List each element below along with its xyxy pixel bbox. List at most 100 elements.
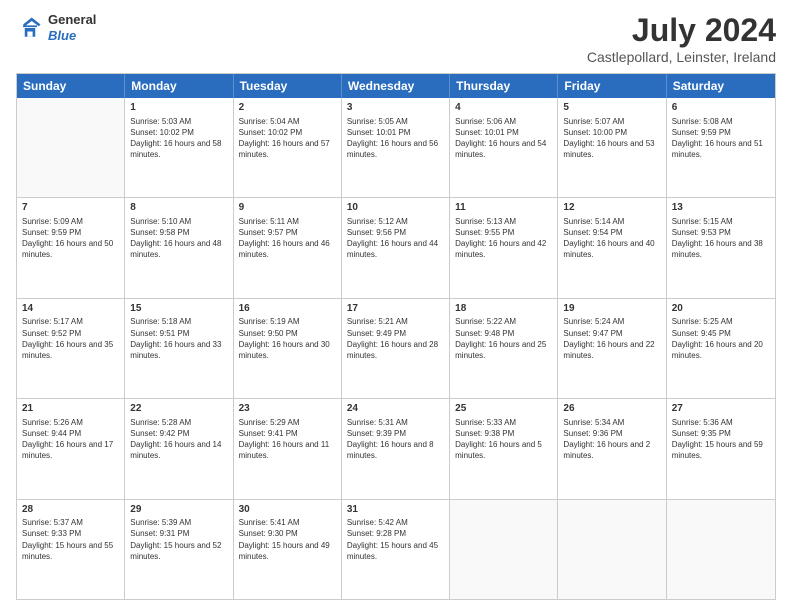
header-cell-monday: Monday [125, 74, 233, 98]
logo-line1: General [48, 12, 96, 28]
day-number: 5 [563, 101, 660, 115]
cell-info: Sunrise: 5:03 AM Sunset: 10:02 PM Daylig… [130, 116, 227, 161]
cell-info: Sunrise: 5:11 AM Sunset: 9:57 PM Dayligh… [239, 216, 336, 261]
day-number: 16 [239, 302, 336, 316]
cell-info: Sunrise: 5:06 AM Sunset: 10:01 PM Daylig… [455, 116, 552, 161]
calendar-row-2: 14Sunrise: 5:17 AM Sunset: 9:52 PM Dayli… [17, 299, 775, 399]
header: General Blue July 2024 Castlepollard, Le… [16, 12, 776, 65]
logo-icon [16, 14, 44, 42]
calendar-cell: 23Sunrise: 5:29 AM Sunset: 9:41 PM Dayli… [234, 399, 342, 498]
calendar-cell [558, 500, 666, 599]
cell-info: Sunrise: 5:29 AM Sunset: 9:41 PM Dayligh… [239, 417, 336, 462]
calendar-cell: 24Sunrise: 5:31 AM Sunset: 9:39 PM Dayli… [342, 399, 450, 498]
cell-info: Sunrise: 5:05 AM Sunset: 10:01 PM Daylig… [347, 116, 444, 161]
cell-info: Sunrise: 5:28 AM Sunset: 9:42 PM Dayligh… [130, 417, 227, 462]
calendar-cell: 25Sunrise: 5:33 AM Sunset: 9:38 PM Dayli… [450, 399, 558, 498]
calendar-row-3: 21Sunrise: 5:26 AM Sunset: 9:44 PM Dayli… [17, 399, 775, 499]
day-number: 28 [22, 503, 119, 517]
calendar-cell: 4Sunrise: 5:06 AM Sunset: 10:01 PM Dayli… [450, 98, 558, 197]
cell-info: Sunrise: 5:33 AM Sunset: 9:38 PM Dayligh… [455, 417, 552, 462]
day-number: 11 [455, 201, 552, 215]
day-number: 9 [239, 201, 336, 215]
day-number: 7 [22, 201, 119, 215]
cell-info: Sunrise: 5:21 AM Sunset: 9:49 PM Dayligh… [347, 316, 444, 361]
header-cell-saturday: Saturday [667, 74, 775, 98]
calendar-cell: 10Sunrise: 5:12 AM Sunset: 9:56 PM Dayli… [342, 198, 450, 297]
calendar-cell: 29Sunrise: 5:39 AM Sunset: 9:31 PM Dayli… [125, 500, 233, 599]
day-number: 2 [239, 101, 336, 115]
cell-info: Sunrise: 5:34 AM Sunset: 9:36 PM Dayligh… [563, 417, 660, 462]
calendar-cell [17, 98, 125, 197]
cell-info: Sunrise: 5:08 AM Sunset: 9:59 PM Dayligh… [672, 116, 770, 161]
cell-info: Sunrise: 5:31 AM Sunset: 9:39 PM Dayligh… [347, 417, 444, 462]
logo-line2: Blue [48, 28, 96, 44]
calendar-body: 1Sunrise: 5:03 AM Sunset: 10:02 PM Dayli… [17, 98, 775, 599]
calendar-cell: 7Sunrise: 5:09 AM Sunset: 9:59 PM Daylig… [17, 198, 125, 297]
calendar-header: SundayMondayTuesdayWednesdayThursdayFrid… [17, 74, 775, 98]
day-number: 13 [672, 201, 770, 215]
day-number: 14 [22, 302, 119, 316]
day-number: 17 [347, 302, 444, 316]
calendar-cell: 9Sunrise: 5:11 AM Sunset: 9:57 PM Daylig… [234, 198, 342, 297]
cell-info: Sunrise: 5:10 AM Sunset: 9:58 PM Dayligh… [130, 216, 227, 261]
calendar-cell [450, 500, 558, 599]
calendar-row-1: 7Sunrise: 5:09 AM Sunset: 9:59 PM Daylig… [17, 198, 775, 298]
cell-info: Sunrise: 5:18 AM Sunset: 9:51 PM Dayligh… [130, 316, 227, 361]
logo-text: General Blue [48, 12, 96, 43]
day-number: 20 [672, 302, 770, 316]
day-number: 23 [239, 402, 336, 416]
calendar-cell [667, 500, 775, 599]
header-cell-friday: Friday [558, 74, 666, 98]
cell-info: Sunrise: 5:14 AM Sunset: 9:54 PM Dayligh… [563, 216, 660, 261]
calendar-row-0: 1Sunrise: 5:03 AM Sunset: 10:02 PM Dayli… [17, 98, 775, 198]
day-number: 18 [455, 302, 552, 316]
day-number: 1 [130, 101, 227, 115]
day-number: 27 [672, 402, 770, 416]
header-cell-tuesday: Tuesday [234, 74, 342, 98]
calendar-cell: 28Sunrise: 5:37 AM Sunset: 9:33 PM Dayli… [17, 500, 125, 599]
day-number: 19 [563, 302, 660, 316]
logo: General Blue [16, 12, 96, 43]
calendar-cell: 12Sunrise: 5:14 AM Sunset: 9:54 PM Dayli… [558, 198, 666, 297]
calendar-cell: 13Sunrise: 5:15 AM Sunset: 9:53 PM Dayli… [667, 198, 775, 297]
calendar-cell: 19Sunrise: 5:24 AM Sunset: 9:47 PM Dayli… [558, 299, 666, 398]
calendar-cell: 26Sunrise: 5:34 AM Sunset: 9:36 PM Dayli… [558, 399, 666, 498]
day-number: 10 [347, 201, 444, 215]
cell-info: Sunrise: 5:17 AM Sunset: 9:52 PM Dayligh… [22, 316, 119, 361]
cell-info: Sunrise: 5:25 AM Sunset: 9:45 PM Dayligh… [672, 316, 770, 361]
calendar-cell: 1Sunrise: 5:03 AM Sunset: 10:02 PM Dayli… [125, 98, 233, 197]
header-cell-sunday: Sunday [17, 74, 125, 98]
calendar-cell: 20Sunrise: 5:25 AM Sunset: 9:45 PM Dayli… [667, 299, 775, 398]
cell-info: Sunrise: 5:36 AM Sunset: 9:35 PM Dayligh… [672, 417, 770, 462]
cell-info: Sunrise: 5:13 AM Sunset: 9:55 PM Dayligh… [455, 216, 552, 261]
day-number: 29 [130, 503, 227, 517]
header-cell-wednesday: Wednesday [342, 74, 450, 98]
day-number: 12 [563, 201, 660, 215]
cell-info: Sunrise: 5:15 AM Sunset: 9:53 PM Dayligh… [672, 216, 770, 261]
title-block: July 2024 Castlepollard, Leinster, Irela… [587, 12, 776, 65]
main-title: July 2024 [587, 12, 776, 49]
header-cell-thursday: Thursday [450, 74, 558, 98]
subtitle: Castlepollard, Leinster, Ireland [587, 49, 776, 65]
cell-info: Sunrise: 5:07 AM Sunset: 10:00 PM Daylig… [563, 116, 660, 161]
cell-info: Sunrise: 5:24 AM Sunset: 9:47 PM Dayligh… [563, 316, 660, 361]
day-number: 24 [347, 402, 444, 416]
day-number: 6 [672, 101, 770, 115]
day-number: 22 [130, 402, 227, 416]
cell-info: Sunrise: 5:42 AM Sunset: 9:28 PM Dayligh… [347, 517, 444, 562]
cell-info: Sunrise: 5:22 AM Sunset: 9:48 PM Dayligh… [455, 316, 552, 361]
calendar-cell: 14Sunrise: 5:17 AM Sunset: 9:52 PM Dayli… [17, 299, 125, 398]
calendar-cell: 2Sunrise: 5:04 AM Sunset: 10:02 PM Dayli… [234, 98, 342, 197]
calendar-cell: 11Sunrise: 5:13 AM Sunset: 9:55 PM Dayli… [450, 198, 558, 297]
cell-info: Sunrise: 5:41 AM Sunset: 9:30 PM Dayligh… [239, 517, 336, 562]
cell-info: Sunrise: 5:26 AM Sunset: 9:44 PM Dayligh… [22, 417, 119, 462]
calendar-cell: 21Sunrise: 5:26 AM Sunset: 9:44 PM Dayli… [17, 399, 125, 498]
calendar-cell: 22Sunrise: 5:28 AM Sunset: 9:42 PM Dayli… [125, 399, 233, 498]
calendar-cell: 15Sunrise: 5:18 AM Sunset: 9:51 PM Dayli… [125, 299, 233, 398]
day-number: 31 [347, 503, 444, 517]
cell-info: Sunrise: 5:19 AM Sunset: 9:50 PM Dayligh… [239, 316, 336, 361]
day-number: 15 [130, 302, 227, 316]
calendar-cell: 6Sunrise: 5:08 AM Sunset: 9:59 PM Daylig… [667, 98, 775, 197]
day-number: 3 [347, 101, 444, 115]
cell-info: Sunrise: 5:09 AM Sunset: 9:59 PM Dayligh… [22, 216, 119, 261]
